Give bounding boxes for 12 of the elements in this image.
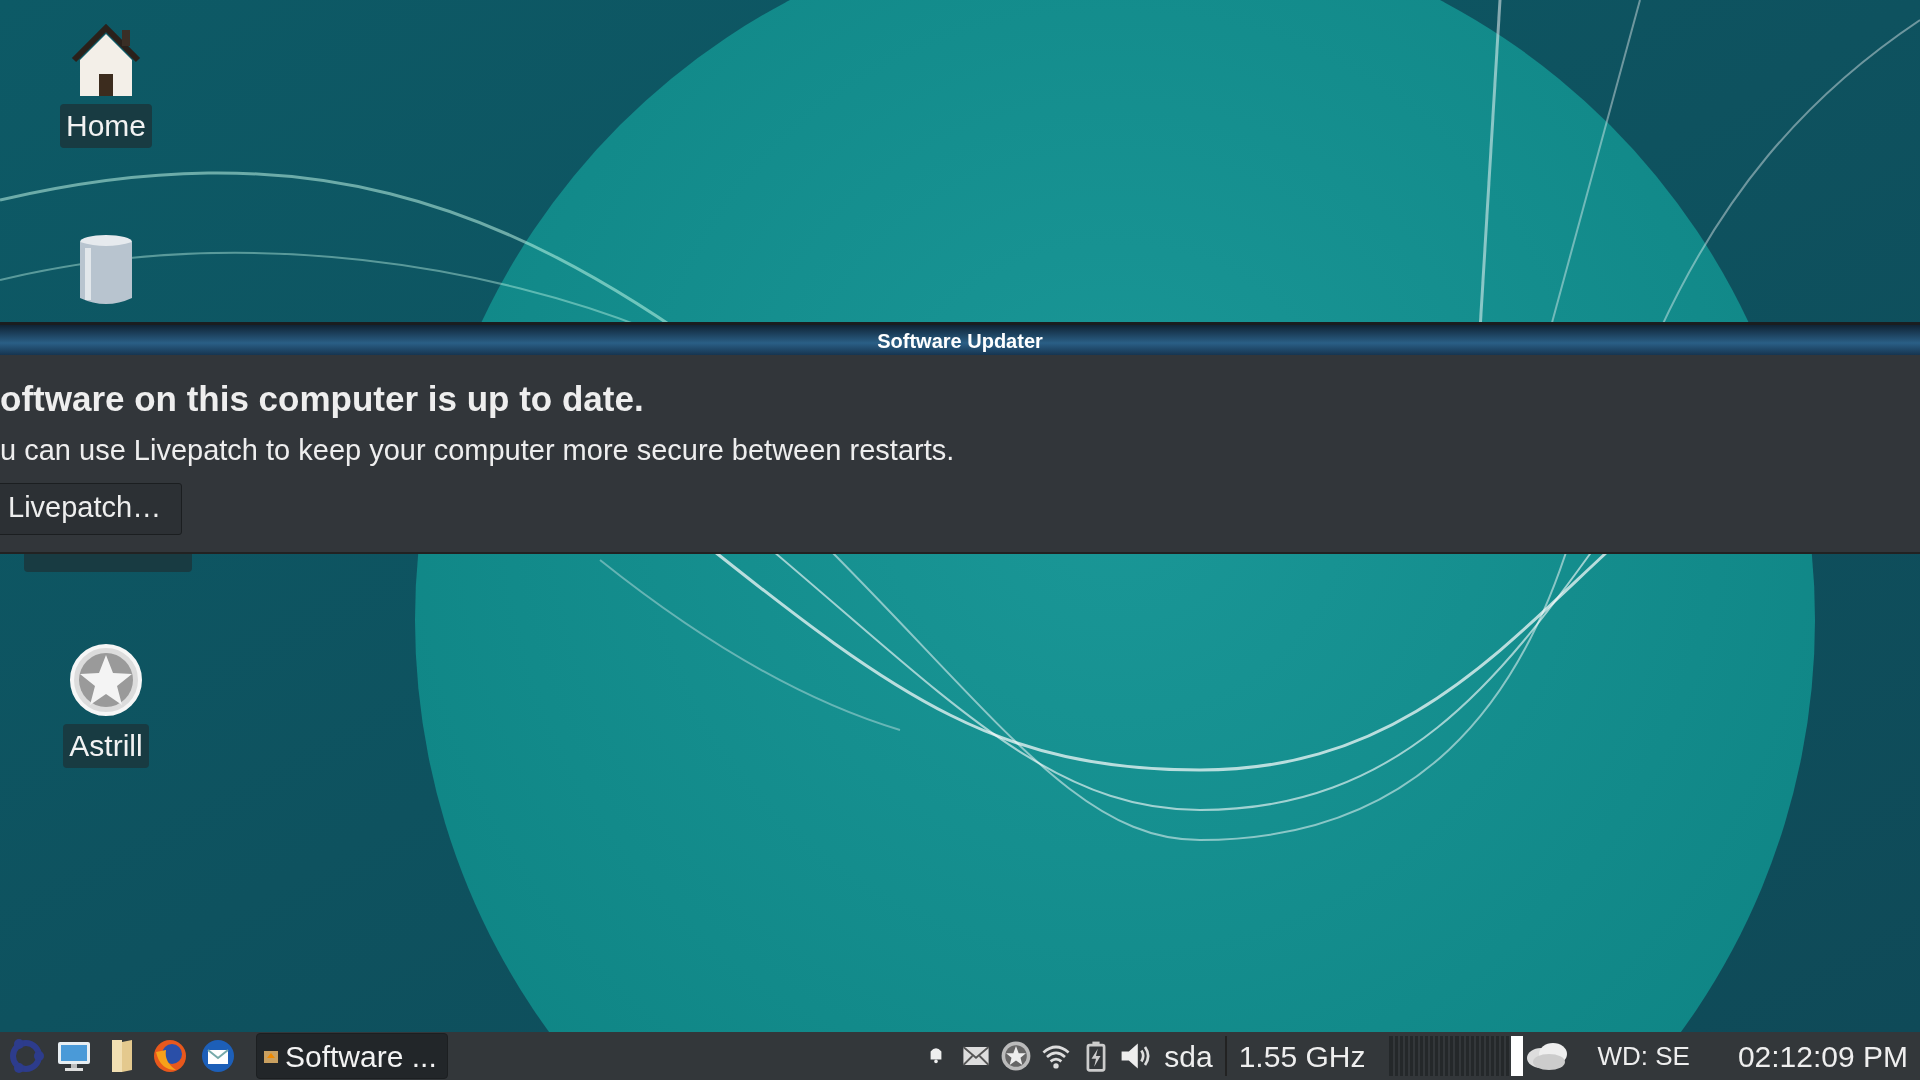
message-text: u can use Livepatch to keep your computer more secure between restarts.	[0, 433, 956, 468]
cpu-frequency: 1.55 GHz	[1238, 1038, 1366, 1075]
icon-label: Home	[60, 104, 152, 148]
icon-label: Astrill	[63, 724, 149, 768]
livepatch-button[interactable]: Livepatch…	[0, 483, 183, 535]
package-icon	[263, 1048, 279, 1064]
disk-label: sda	[1164, 1038, 1213, 1075]
weather-text: WD: SE	[1597, 1039, 1690, 1073]
window-title: Software Updater	[0, 322, 1920, 355]
clock: 02:12:09 PM	[1737, 1038, 1908, 1075]
heading-text: oftware on this computer is up to date.	[0, 378, 645, 420]
taskbar-button[interactable]: Software ...	[256, 1033, 448, 1079]
